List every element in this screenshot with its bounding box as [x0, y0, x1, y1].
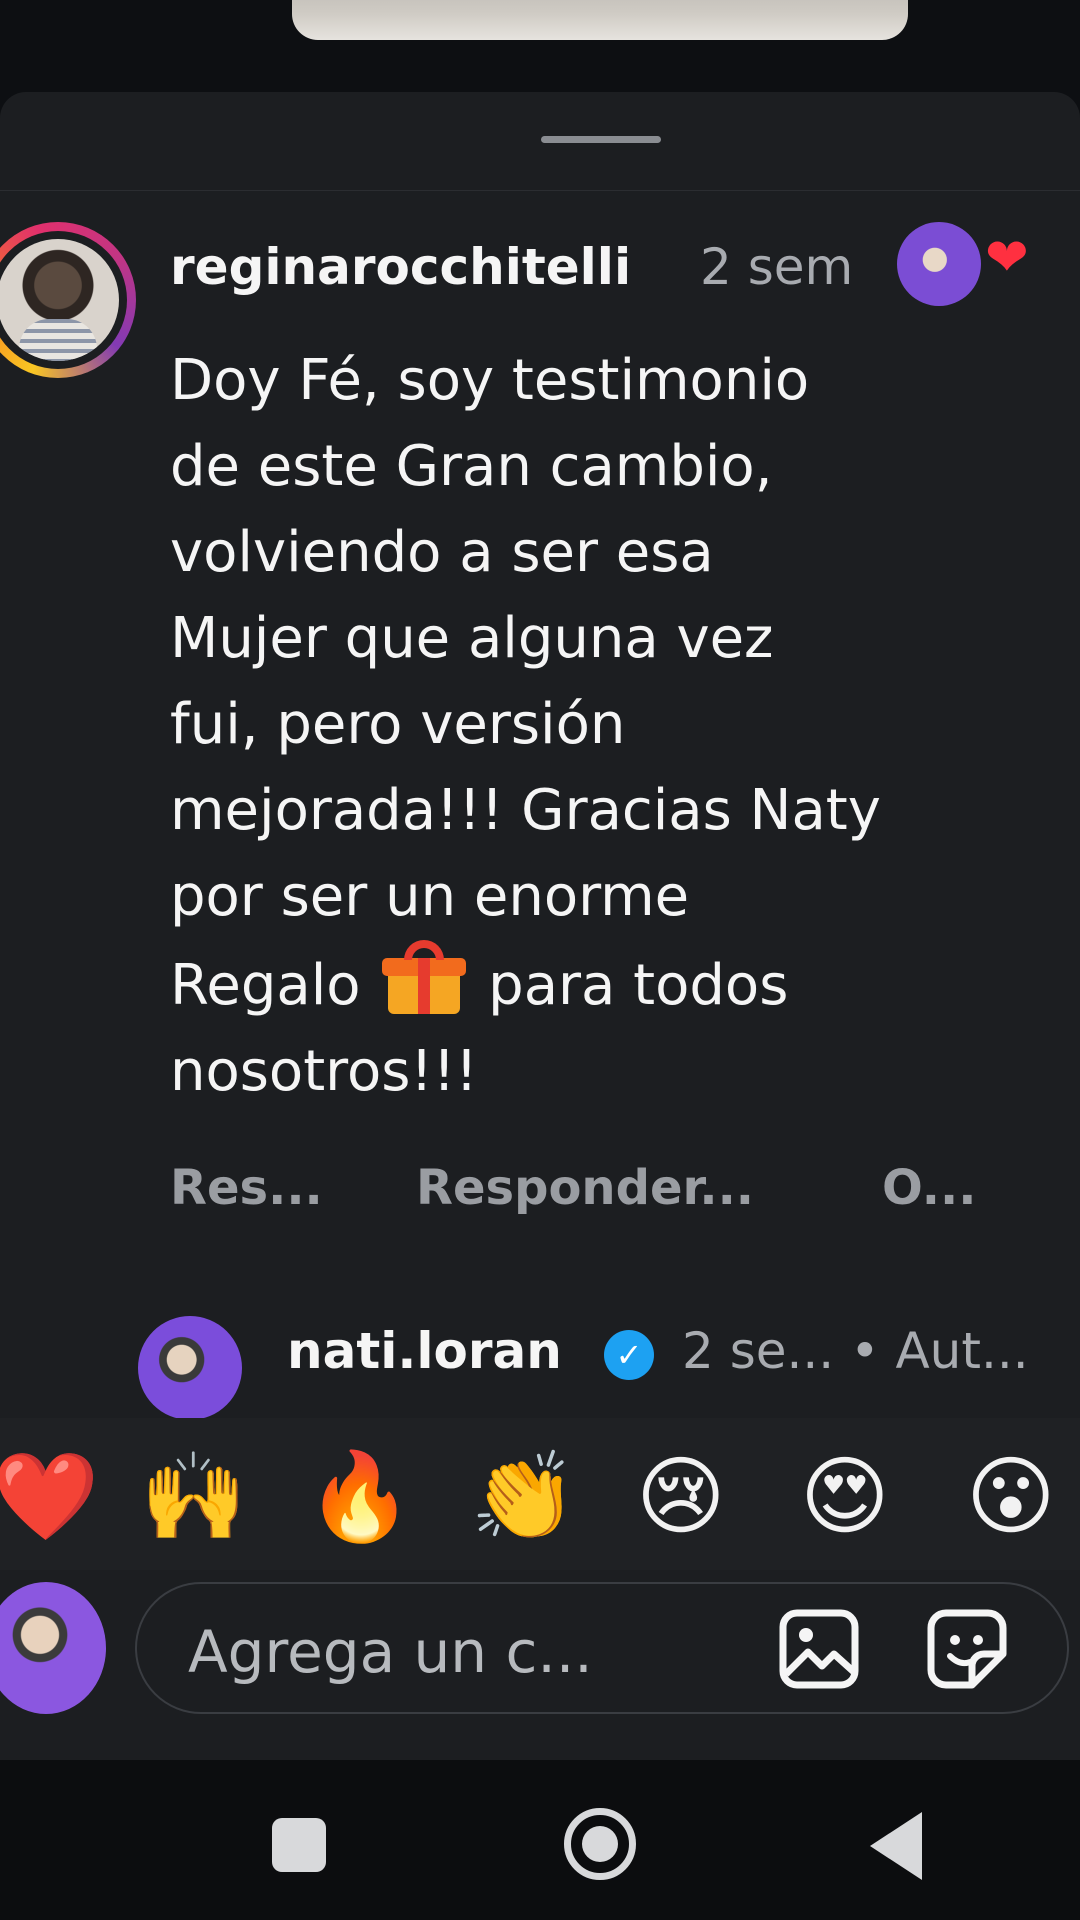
emoji-raising-hands[interactable]: 🙌 [140, 1454, 247, 1540]
comment-time: 2 sem [700, 238, 854, 296]
emoji-surprised[interactable]: 😮 [966, 1454, 1056, 1540]
reply-username[interactable]: nati.loran [287, 1322, 562, 1380]
emoji-crying[interactable]: 😢 [636, 1454, 726, 1540]
recents-icon[interactable] [272, 1818, 326, 1872]
comment-line: mejorada!!! Gracias Naty [170, 778, 881, 843]
gift-emoji-icon [382, 940, 467, 1014]
comment-line: nosotros!!! [170, 1039, 478, 1104]
verified-badge-icon: ✓ [604, 1330, 654, 1380]
sticker-icon[interactable] [926, 1608, 1008, 1690]
comment-line: Doy Fé, soy testimonio [170, 348, 810, 413]
back-icon[interactable] [870, 1812, 922, 1880]
comment-text-fragment: para todos [488, 953, 789, 1018]
comment-line: volviendo a ser esa [170, 520, 714, 585]
author-liked-avatar [897, 222, 981, 306]
reply-to-button[interactable]: Responder... [416, 1160, 754, 1216]
sheet-drag-handle[interactable] [541, 136, 661, 143]
comment-body: Doy Fé, soy testimonio de este Gran camb… [170, 338, 1050, 1115]
heart-icon[interactable]: ❤ [985, 232, 1029, 284]
comment-input-placeholder: Agrega un c... [188, 1618, 593, 1686]
emoji-clapping[interactable]: 👏 [470, 1454, 577, 1540]
comment-line: por ser un enorme [170, 864, 690, 929]
reply-button[interactable]: Res... [170, 1160, 323, 1216]
comment-username[interactable]: reginarocchitelli [170, 238, 631, 296]
commenter-avatar[interactable] [0, 239, 119, 361]
comment-text-fragment: Regalo [170, 953, 361, 1018]
comment-line: Mujer que alguna vez [170, 606, 774, 671]
image-icon[interactable] [778, 1608, 860, 1690]
more-options-button[interactable]: O... [882, 1160, 976, 1216]
reply-avatar[interactable] [138, 1316, 242, 1420]
emoji-fire[interactable]: 🔥 [306, 1454, 413, 1540]
emoji-heart-eyes[interactable]: 😍 [800, 1454, 890, 1540]
comment-line: Regalo para todos [170, 940, 1050, 1029]
home-icon[interactable] [564, 1808, 636, 1880]
emoji-heart[interactable]: ❤️ [0, 1454, 99, 1540]
reply-meta: 2 se... • Aut... [682, 1322, 1029, 1380]
comment-line: de este Gran cambio, [170, 434, 773, 499]
media-preview [292, 0, 908, 40]
comment-line: fui, pero versión [170, 692, 626, 757]
divider [0, 190, 1080, 191]
